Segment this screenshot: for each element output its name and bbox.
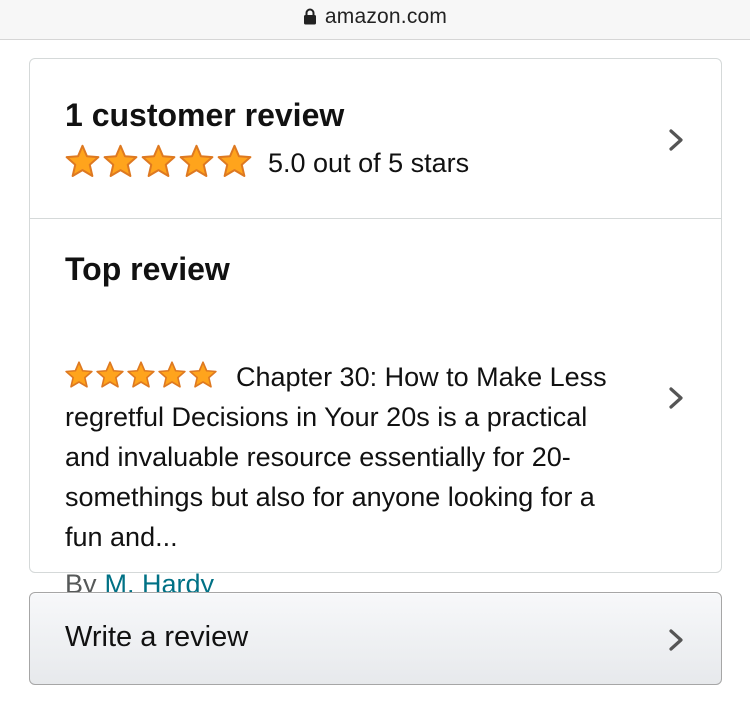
write-review-button[interactable]: Write a review — [29, 592, 722, 685]
top-review-text: Chapter 30: How to Make Less regretful D… — [65, 362, 607, 552]
chevron-right-icon — [669, 129, 683, 151]
url-display[interactable]: amazon.com — [303, 5, 447, 29]
star-icon — [65, 144, 100, 177]
reviews-count-heading: 1 customer review — [65, 97, 345, 133]
customer-reviews-card: 1 customer review 5.0 out of 5 stars Top… — [29, 58, 722, 599]
star-icon — [179, 144, 214, 177]
star-icon — [141, 144, 176, 177]
lock-icon — [303, 8, 316, 25]
top-review-row[interactable]: Top review Chapter 30: How to Make Less … — [30, 219, 721, 599]
star-icon — [103, 144, 138, 177]
top-review-heading: Top review — [65, 251, 230, 287]
url-text: amazon.com — [324, 4, 448, 28]
reviews-summary-row[interactable]: 1 customer review 5.0 out of 5 stars — [30, 59, 721, 219]
chevron-right-icon — [669, 387, 683, 409]
browser-address-bar[interactable]: amazon.com — [0, 0, 750, 40]
chevron-right-icon — [669, 629, 683, 651]
star-icon — [217, 144, 252, 177]
average-rating-text: 5.0 out of 5 stars — [268, 148, 470, 178]
write-review-label: Write a review — [65, 621, 249, 653]
summary-star-rating — [64, 143, 253, 180]
